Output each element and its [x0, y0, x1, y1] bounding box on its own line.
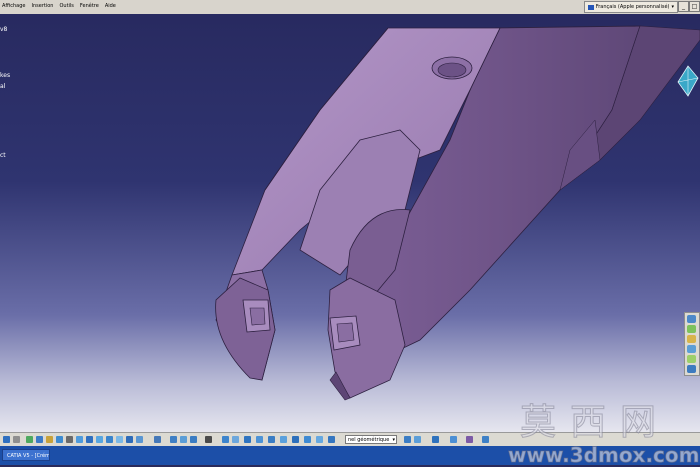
compass-icon[interactable] — [674, 62, 700, 98]
minimize-button[interactable]: _ — [678, 1, 689, 12]
toolbar-icon[interactable] — [244, 436, 251, 443]
view-tool-icon[interactable] — [687, 365, 696, 373]
3d-viewport[interactable]: v8 kes al ct — [0, 14, 700, 432]
toolbar-icon[interactable] — [154, 436, 161, 443]
render-style-select[interactable]: nel géométrique 10 ▾ — [345, 435, 397, 452]
view-tool-icon[interactable] — [687, 345, 696, 353]
view-toolbar-vertical — [684, 312, 700, 376]
menu-bar: Affichage Insertion Outils Fenêtre Aide … — [0, 0, 700, 15]
toolbar-icon[interactable] — [222, 436, 229, 443]
toolbar-icon[interactable] — [328, 436, 335, 443]
toolbar-icon[interactable] — [256, 436, 263, 443]
toolbar-icon[interactable] — [106, 436, 113, 443]
watermark-url: www.3dmox.com — [508, 443, 700, 467]
toolbar-icon[interactable] — [66, 436, 73, 443]
chevron-down-icon: ▾ — [671, 4, 674, 10]
toolbar-icon[interactable] — [56, 436, 63, 443]
menu-affichage[interactable]: Affichage — [2, 3, 26, 9]
view-tool-icon[interactable] — [687, 355, 696, 363]
flag-icon — [587, 4, 594, 10]
toolbar-icon[interactable] — [96, 436, 103, 443]
view-tool-icon[interactable] — [687, 315, 696, 323]
view-tool-icon[interactable] — [687, 325, 696, 333]
toolbar-icon[interactable] — [316, 436, 323, 443]
toolbar-icon[interactable] — [86, 436, 93, 443]
toolbar-icon[interactable] — [3, 436, 10, 443]
watermark: 莫西网 www.3dmox.com — [508, 393, 700, 467]
toolbar-icon[interactable] — [414, 436, 421, 443]
menu-aide[interactable]: Aide — [105, 3, 116, 9]
toolbar-icon[interactable] — [466, 436, 473, 443]
toolbar-icon[interactable] — [126, 436, 133, 443]
toolbar-icon[interactable] — [292, 436, 299, 443]
toolbar-icon[interactable] — [404, 436, 411, 443]
toolbar-icon[interactable] — [432, 436, 439, 443]
toolbar-icon[interactable] — [116, 436, 123, 443]
watermark-chinese: 莫西网 — [519, 402, 671, 444]
toolbar-icon[interactable] — [482, 436, 489, 443]
toolbar-icon[interactable] — [268, 436, 275, 443]
menu-outils[interactable]: Outils — [59, 3, 73, 9]
chevron-down-icon: ▾ — [392, 437, 395, 443]
toolbar-icon[interactable] — [232, 436, 239, 443]
toolbar-icon[interactable] — [280, 436, 287, 443]
menu-fenetre[interactable]: Fenêtre — [80, 3, 99, 9]
toolbar-icon[interactable] — [26, 436, 33, 443]
language-indicator[interactable]: Français (Apple personnalisé) ▾ — [583, 1, 678, 13]
menu-items: Affichage Insertion Outils Fenêtre Aide — [2, 3, 116, 9]
menu-insertion[interactable]: Insertion — [32, 3, 54, 9]
view-tool-icon[interactable] — [687, 335, 696, 343]
toolbar-icon[interactable] — [46, 436, 53, 443]
part-model[interactable] — [0, 14, 700, 432]
maximize-button[interactable]: □ — [689, 1, 700, 12]
toolbar-icon[interactable] — [304, 436, 311, 443]
toolbar-icon[interactable] — [136, 436, 143, 443]
toolbar-icon[interactable] — [76, 436, 83, 443]
toolbar-icon[interactable] — [190, 436, 197, 443]
toolbar-icon[interactable] — [450, 436, 457, 443]
toolbar-icon[interactable] — [170, 436, 177, 443]
toolbar-icon[interactable] — [205, 436, 212, 443]
taskbar-app-button[interactable]: CATIA V5 - [Crémaux_... — [2, 449, 50, 461]
language-label: Français (Apple personnalisé) — [595, 4, 670, 10]
toolbar-icon[interactable] — [36, 436, 43, 443]
toolbar-icon[interactable] — [13, 436, 20, 443]
toolbar-icon[interactable] — [180, 436, 187, 443]
